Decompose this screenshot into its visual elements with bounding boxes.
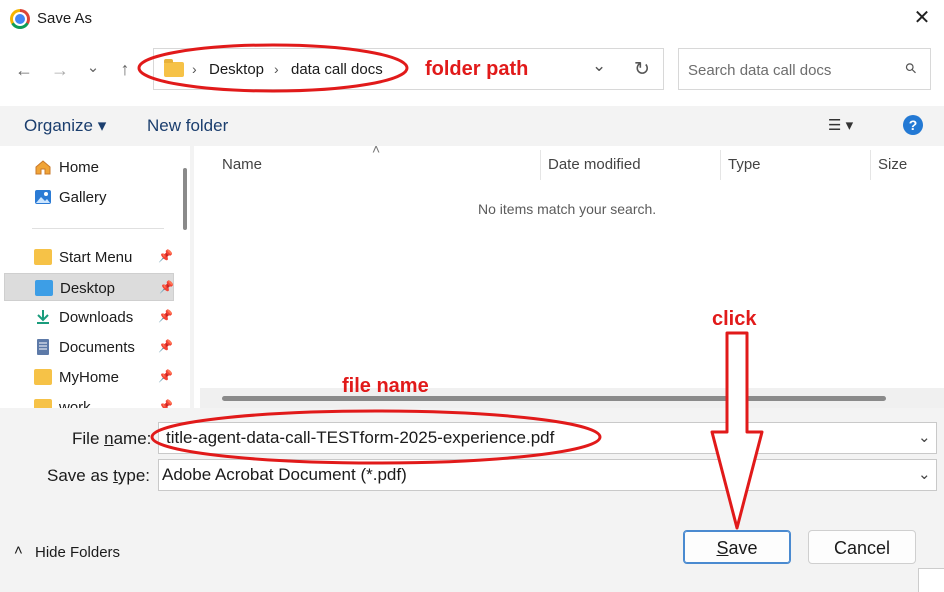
sidebar-item-documents[interactable]: Documents 📌 <box>4 333 174 361</box>
folder-icon <box>34 399 52 408</box>
folder-icon <box>164 59 184 77</box>
title-bar <box>0 0 944 38</box>
pin-icon[interactable]: 📌 <box>158 249 173 263</box>
sidebar-item-label: Downloads <box>59 309 134 326</box>
sidebar-item-label: Desktop <box>60 280 116 297</box>
file-list-pane <box>194 146 944 408</box>
sidebar-item-label: work <box>59 399 91 408</box>
sidebar-item-label: Gallery <box>59 189 107 206</box>
home-icon <box>35 160 51 175</box>
chevron-up-icon[interactable]: ˄ <box>14 542 23 559</box>
file-name-annotation: file name <box>342 375 429 397</box>
column-separator[interactable] <box>870 150 871 180</box>
column-separator[interactable] <box>720 150 721 180</box>
sidebar-scrollbar[interactable] <box>183 168 187 230</box>
pin-icon[interactable]: 📌 <box>158 339 173 353</box>
sidebar-item-downloads[interactable]: Downloads 📌 <box>4 303 174 331</box>
breadcrumb-separator: › <box>192 61 197 77</box>
address-dropdown-icon[interactable]: ⌄ <box>592 56 606 76</box>
save-as-type-value: Adobe Acrobat Document (*.pdf) <box>162 465 407 484</box>
column-separator[interactable] <box>540 150 541 180</box>
sidebar-item-label: MyHome <box>59 369 120 386</box>
pin-icon[interactable]: 📌 <box>159 280 174 294</box>
pin-icon[interactable]: 📌 <box>158 369 173 383</box>
sidebar-divider <box>32 228 164 229</box>
resize-grip[interactable] <box>918 568 944 592</box>
column-header-type[interactable]: Type <box>728 156 761 173</box>
breadcrumb-desktop[interactable]: Desktop <box>209 61 264 78</box>
recent-locations-icon[interactable]: ⌄ <box>80 55 106 81</box>
documents-icon <box>37 339 49 355</box>
file-name-value: title-agent-data-call-TESTform-2025-expe… <box>166 428 555 447</box>
download-icon <box>37 310 49 324</box>
breadcrumb-data-call-docs[interactable]: data call docs <box>291 61 383 78</box>
new-folder-button[interactable]: New folder <box>147 116 228 136</box>
sidebar-item-gallery[interactable]: Gallery <box>4 183 174 211</box>
forward-arrow-icon[interactable]: → <box>47 57 73 83</box>
folder-path-annotation: folder path <box>425 58 529 80</box>
view-options-icon[interactable]: ☰ ▾ <box>828 116 853 134</box>
pin-icon[interactable]: 📌 <box>158 399 173 408</box>
up-arrow-icon[interactable]: ↑ <box>112 56 138 82</box>
sidebar-item-home[interactable]: Home <box>4 153 174 181</box>
cancel-button[interactable]: Cancel <box>808 530 916 564</box>
sidebar-item-label: Start Menu <box>59 249 133 266</box>
save-as-type-dropdown-icon[interactable]: ⌄ <box>918 465 931 483</box>
file-name-label: File name: <box>72 429 152 448</box>
save-as-type-label: Save as type: <box>47 466 151 485</box>
help-icon[interactable]: ? <box>903 115 923 135</box>
close-icon[interactable]: ✕ <box>910 6 934 30</box>
sort-indicator-icon: ˄ <box>372 141 381 157</box>
organize-button[interactable]: Organize ▾ <box>24 116 106 136</box>
breadcrumb-separator: › <box>274 61 279 77</box>
command-toolbar <box>0 106 944 146</box>
sidebar-item-myhome[interactable]: MyHome 📌 <box>4 363 174 391</box>
file-name-dropdown-icon[interactable]: ⌄ <box>918 428 931 446</box>
save-button[interactable]: Save <box>683 530 791 564</box>
column-header-name[interactable]: Name <box>222 156 262 173</box>
column-header-date-modified[interactable]: Date modified <box>548 156 641 173</box>
hide-folders-button[interactable]: Hide Folders <box>35 544 120 561</box>
chrome-logo-icon <box>10 9 30 29</box>
desktop-icon <box>35 280 53 296</box>
folder-icon <box>34 249 52 265</box>
search-placeholder: Search data call docs <box>688 62 832 79</box>
window-title: Save As <box>37 10 93 27</box>
folder-icon <box>34 369 52 385</box>
sidebar-item-label: Documents <box>59 339 135 356</box>
sidebar-item-start-menu[interactable]: Start Menu 📌 <box>4 243 174 271</box>
refresh-icon[interactable]: ↻ <box>634 58 650 81</box>
horizontal-scrollbar[interactable] <box>222 396 886 401</box>
empty-list-message: No items match your search. <box>478 201 657 217</box>
click-annotation: click <box>712 308 757 330</box>
sidebar-item-label: Home <box>59 159 100 176</box>
pin-icon[interactable]: 📌 <box>158 309 173 323</box>
sidebar-item-work[interactable]: work 📌 <box>4 393 174 408</box>
gallery-icon <box>35 190 51 204</box>
back-arrow-icon[interactable]: ← <box>11 57 37 83</box>
sidebar-item-desktop[interactable]: Desktop 📌 <box>4 273 174 301</box>
column-header-size[interactable]: Size <box>878 156 907 173</box>
